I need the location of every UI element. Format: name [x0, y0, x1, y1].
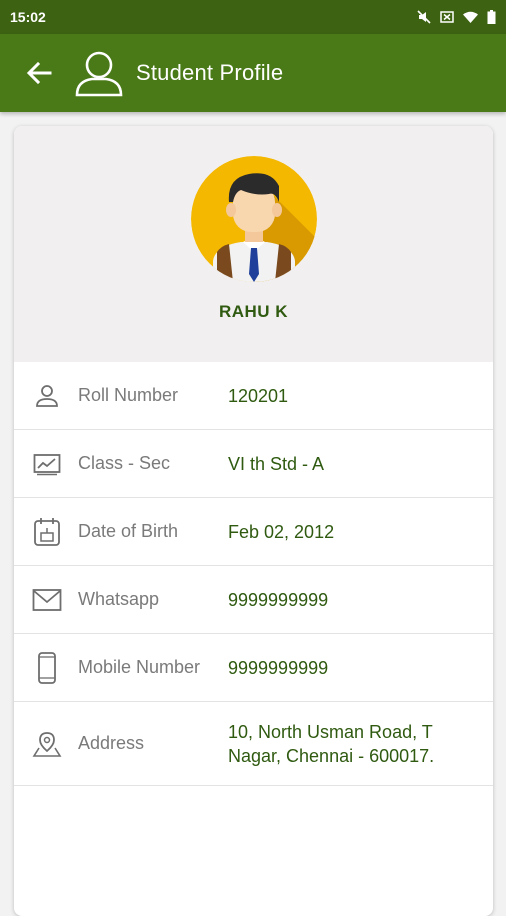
detail-value-address: 10, North Usman Road, T Nagar, Chennai -…: [228, 720, 434, 768]
detail-label: Mobile Number: [78, 657, 201, 677]
wifi-icon: [463, 11, 478, 23]
student-avatar: [190, 156, 317, 282]
detail-value: 120201: [228, 385, 289, 406]
detail-label: Address: [78, 733, 145, 753]
detail-row-whatsapp: Whatsapp 9999999999: [14, 566, 493, 634]
back-button[interactable]: [24, 58, 54, 88]
detail-value: VI th Std - A: [228, 453, 325, 474]
cake-calendar-icon: [32, 517, 62, 547]
detail-row-class-sec: Class - Sec VI th Std - A: [14, 430, 493, 498]
status-icons: [417, 10, 496, 24]
student-name: RAHU K: [218, 302, 289, 321]
detail-label: Roll Number: [78, 385, 179, 405]
user-outline-icon: [74, 48, 124, 98]
profile-card: RAHU K Roll Number 120201 Class - Sec VI…: [14, 126, 493, 916]
detail-row-mobile: Mobile Number 9999999999: [14, 634, 493, 702]
chart-icon: [32, 449, 62, 479]
profile-header: RAHU K: [14, 126, 493, 362]
mute-icon: [417, 10, 431, 24]
person-icon: [32, 381, 62, 411]
mobile-icon: [32, 651, 62, 684]
app-bar: Student Profile: [0, 34, 506, 112]
mail-icon: [32, 585, 62, 615]
close-box-icon: [440, 11, 454, 23]
status-bar: 15:02: [0, 0, 506, 34]
detail-row-roll-number: Roll Number 120201: [14, 362, 493, 430]
address-line-2: Nagar, Chennai - 600017.: [228, 745, 435, 766]
address-line-1: 10, North Usman Road, T: [228, 721, 433, 742]
location-pin-icon: [32, 729, 62, 759]
status-time: 15:02: [10, 9, 46, 25]
arrow-left-icon: [26, 61, 52, 85]
detail-label: Date of Birth: [78, 521, 179, 541]
detail-label: Whatsapp: [78, 589, 160, 609]
detail-value: 9999999999: [228, 589, 329, 610]
detail-row-dob: Date of Birth Feb 02, 2012: [14, 498, 493, 566]
battery-icon: [487, 10, 496, 24]
page-title: Student Profile: [136, 60, 284, 85]
detail-value: Feb 02, 2012: [228, 521, 335, 542]
detail-label: Class - Sec: [78, 453, 171, 473]
detail-value: 9999999999: [228, 657, 329, 678]
detail-row-address: Address 10, North Usman Road, T Nagar, C…: [14, 702, 493, 786]
